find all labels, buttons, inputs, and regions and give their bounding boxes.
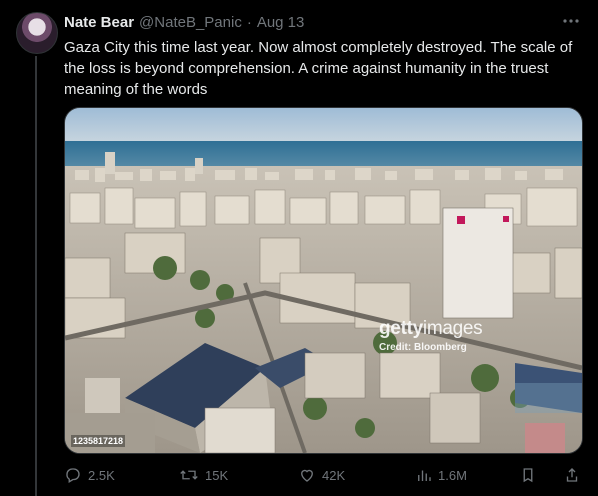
- views-icon: [418, 470, 431, 481]
- like-button[interactable]: 42K: [298, 466, 345, 484]
- photo-credit: Credit: Bloomberg: [379, 342, 467, 353]
- watermark-light: images: [422, 318, 483, 339]
- author-name[interactable]: Nate Bear: [64, 14, 134, 31]
- like-count: 42K: [322, 467, 346, 483]
- bookmark-button[interactable]: [520, 466, 536, 484]
- city-photo-illustration: [65, 108, 582, 453]
- thread-line: [35, 56, 37, 496]
- tweet-text: Gaza City this time last year. Now almos…: [64, 39, 573, 98]
- avatar[interactable]: [16, 12, 58, 54]
- tweet-date[interactable]: Aug 13: [257, 14, 305, 31]
- watermark-bold: getty: [379, 318, 423, 339]
- bookmark-icon: [523, 468, 533, 483]
- more-horizontal-icon[interactable]: [562, 12, 580, 30]
- retweet-button[interactable]: 15K: [179, 466, 228, 484]
- reply-icon: [66, 468, 80, 483]
- views-button[interactable]: 1.6M: [416, 466, 467, 484]
- author-handle[interactable]: @NateB_Panic: [139, 14, 242, 31]
- share-icon: [566, 468, 578, 482]
- tweet-photo[interactable]: gettyimages Credit: Bloomberg 1235817218: [64, 107, 583, 454]
- share-button[interactable]: [564, 466, 580, 484]
- getty-watermark: gettyimages: [379, 318, 483, 340]
- reply-count: 2.5K: [88, 467, 115, 483]
- heart-icon: [301, 469, 313, 482]
- separator: ·: [246, 13, 252, 31]
- retweet-count: 15K: [205, 467, 229, 483]
- reply-button[interactable]: 2.5K: [64, 466, 115, 484]
- action-bar: 2.5K 15K 42K 1.6M: [64, 465, 584, 485]
- image-id: 1235817218: [71, 435, 126, 447]
- tweet-header: Nate Bear @NateB_Panic · Aug 13: [64, 12, 304, 32]
- retweet-icon: [180, 470, 198, 480]
- views-count: 1.6M: [438, 467, 467, 483]
